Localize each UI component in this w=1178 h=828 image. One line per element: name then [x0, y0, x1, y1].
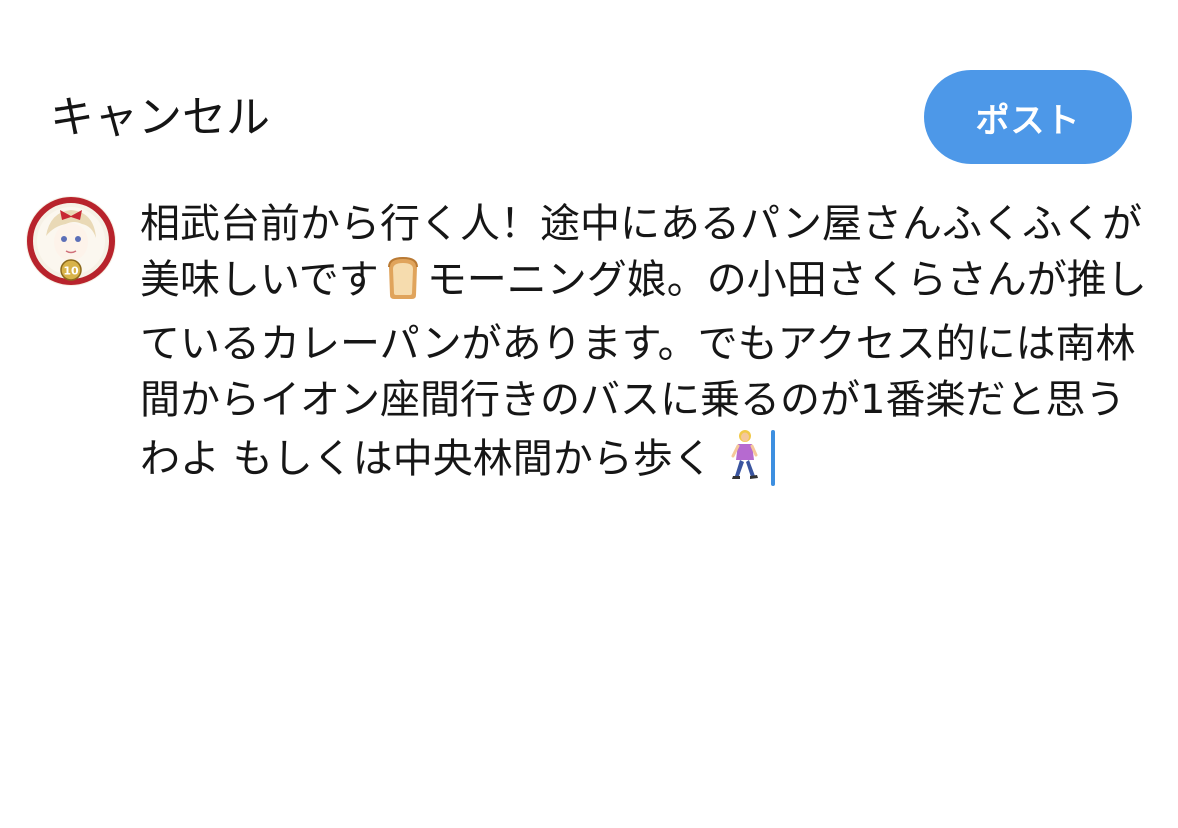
woman-walking-icon [725, 428, 765, 495]
cancel-button[interactable]: キャンセル [50, 88, 270, 148]
avatar[interactable]: 10 [26, 196, 116, 286]
svg-text:10: 10 [63, 265, 79, 278]
post-button[interactable]: ポスト [924, 70, 1132, 164]
avatar-image: 10 [26, 196, 116, 286]
text-cursor [771, 430, 776, 486]
compose-textarea[interactable]: 相武台前から行く人！途中にあるパン屋さんふくふくが美味しいです モーニング娘。の小… [140, 196, 1150, 495]
compose-header: キャンセル ポスト [0, 0, 1178, 180]
bread-icon [379, 253, 427, 316]
